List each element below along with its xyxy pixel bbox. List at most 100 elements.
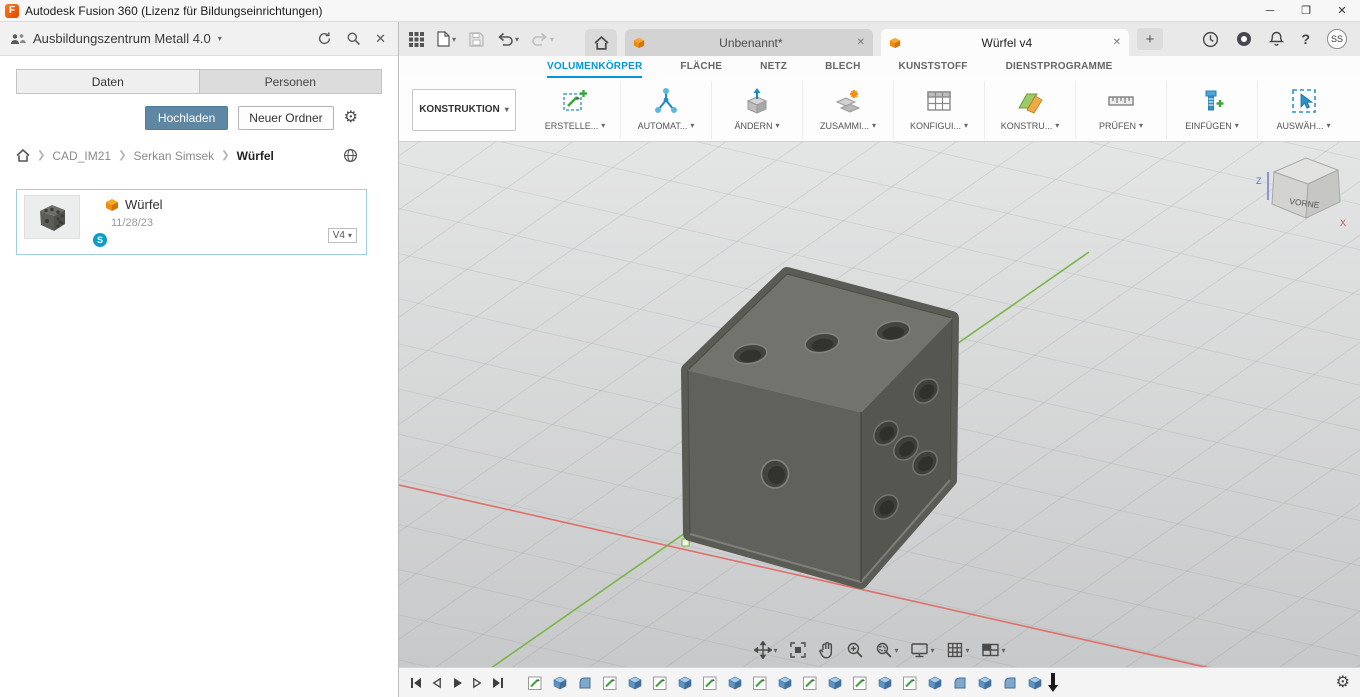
go-to-end-icon[interactable] xyxy=(491,676,505,690)
new-folder-button[interactable]: Neuer Ordner xyxy=(238,106,333,130)
close-panel-icon[interactable]: ✕ xyxy=(375,31,386,47)
view-cube[interactable]: VORNE Z X xyxy=(1256,148,1348,232)
timeline-feature-feature[interactable] xyxy=(927,675,943,691)
timeline-feature-sketch[interactable] xyxy=(602,675,618,691)
ribbon-tab-dienstprogramme[interactable]: DIENSTPROGRAMME xyxy=(1006,56,1113,78)
breadcrumb-item-current[interactable]: Würfel xyxy=(237,149,274,163)
minimize-button[interactable]: ─ xyxy=(1252,0,1288,21)
timeline-feature-sketch[interactable] xyxy=(702,675,718,691)
fit-icon[interactable] xyxy=(788,641,806,659)
chevron-down-icon: ▾ xyxy=(601,121,605,130)
tab-personen[interactable]: Personen xyxy=(199,69,383,94)
model-die[interactable] xyxy=(688,274,952,582)
ribbon-group-erstellen: ERSTELLE...▾ xyxy=(530,81,621,139)
zoom-in-icon[interactable] xyxy=(845,641,863,659)
timeline-feature-feature[interactable] xyxy=(977,675,993,691)
panel-settings-gear-icon[interactable]: ⚙ xyxy=(344,110,358,126)
ribbon-tab-flaeche[interactable]: FLÄCHE xyxy=(680,56,722,78)
chevron-down-icon: ▾ xyxy=(1139,121,1143,130)
redo-icon[interactable]: ▾ xyxy=(532,32,554,46)
ribbon-tab-volumenkoerper[interactable]: VOLUMENKÖRPER xyxy=(547,56,642,78)
home-icon[interactable] xyxy=(16,149,30,162)
doc-tab-unbenannt[interactable]: Unbenannt* ✕ xyxy=(625,29,873,56)
timeline-feature-feature[interactable] xyxy=(1027,675,1043,691)
timeline-feature-sketch[interactable] xyxy=(752,675,768,691)
grid-snaps-icon[interactable]: ▾ xyxy=(946,641,970,659)
select-icon[interactable] xyxy=(1289,84,1319,118)
timeline-feature-feature[interactable] xyxy=(552,675,568,691)
close-tab-icon[interactable]: ✕ xyxy=(857,37,865,48)
chevron-down-icon: ▾ xyxy=(930,646,934,655)
help-icon[interactable]: ? xyxy=(1301,31,1310,47)
modify-icon[interactable] xyxy=(742,84,772,118)
tab-daten[interactable]: Daten xyxy=(16,69,199,94)
upload-button[interactable]: Hochladen xyxy=(145,106,228,130)
file-name[interactable]: Würfel xyxy=(125,197,163,212)
insert-icon[interactable] xyxy=(1197,84,1227,118)
maximize-button[interactable]: ❐ xyxy=(1288,0,1324,21)
home-tab-button[interactable] xyxy=(585,29,617,56)
timeline-feature-sketch[interactable] xyxy=(527,675,543,691)
timeline-feature-feature[interactable] xyxy=(627,675,643,691)
orbit-hand-icon[interactable] xyxy=(817,641,834,659)
apps-grid-icon[interactable] xyxy=(409,32,424,47)
display-settings-icon[interactable]: ▾ xyxy=(909,641,934,659)
step-back-icon[interactable] xyxy=(430,676,443,690)
close-tab-icon[interactable]: ✕ xyxy=(1113,37,1121,48)
timeline-feature-sketch[interactable] xyxy=(902,675,918,691)
timeline-feature-sketch[interactable] xyxy=(852,675,868,691)
ribbon-tab-blech[interactable]: BLECH xyxy=(825,56,860,78)
breadcrumb-item[interactable]: Serkan Simsek xyxy=(133,149,214,163)
inspect-measure-icon[interactable] xyxy=(1106,84,1136,118)
search-icon[interactable] xyxy=(346,31,361,46)
user-avatar[interactable]: SS xyxy=(1327,29,1347,49)
viewports-icon[interactable]: ▾ xyxy=(981,641,1006,659)
chevron-down-icon: ▾ xyxy=(872,121,876,130)
save-icon[interactable] xyxy=(469,32,484,47)
file-card-wuerfel[interactable]: Würfel 11/28/23 V4▾ S xyxy=(16,189,367,255)
doc-tab-wuerfel-v4[interactable]: Würfel v4 ✕ xyxy=(881,29,1129,56)
refresh-icon[interactable] xyxy=(317,31,332,46)
zoom-window-icon[interactable]: ▾ xyxy=(874,641,898,659)
timeline-playback-controls xyxy=(409,676,505,690)
configure-icon[interactable] xyxy=(924,84,954,118)
new-tab-button[interactable]: + xyxy=(1137,28,1163,50)
timeline-feature-feature[interactable] xyxy=(777,675,793,691)
extensions-icon[interactable] xyxy=(1236,31,1252,47)
play-icon[interactable] xyxy=(450,676,464,690)
ribbon-tab-netz[interactable]: NETZ xyxy=(760,56,787,78)
breadcrumb-item[interactable]: CAD_IM21 xyxy=(52,149,111,163)
go-to-start-icon[interactable] xyxy=(409,676,423,690)
timeline-feature-fillet[interactable] xyxy=(1002,675,1018,691)
timeline-feature-feature[interactable] xyxy=(827,675,843,691)
team-name[interactable]: Ausbildungszentrum Metall 4.0 xyxy=(33,31,211,46)
data-panel: Ausbildungszentrum Metall 4.0 ▾ ✕ Daten … xyxy=(0,22,399,697)
workspace-selector[interactable]: KONSTRUKTION▾ xyxy=(412,89,516,131)
timeline-scrubber[interactable] xyxy=(1047,673,1059,693)
job-status-icon[interactable] xyxy=(1202,31,1219,48)
version-badge[interactable]: V4▾ xyxy=(328,228,357,243)
document-cube-icon xyxy=(633,37,645,49)
undo-icon[interactable]: ▾ xyxy=(497,32,519,46)
notifications-bell-icon[interactable] xyxy=(1269,31,1284,47)
ribbon-tab-kunststoff[interactable]: KUNSTSTOFF xyxy=(899,56,968,78)
timeline-settings-gear-icon[interactable]: ⚙ xyxy=(1336,675,1350,691)
timeline-feature-feature[interactable] xyxy=(877,675,893,691)
timeline-feature-fillet[interactable] xyxy=(577,675,593,691)
viewport-3d[interactable]: VORNE Z X ▾ xyxy=(399,142,1360,667)
step-forward-icon[interactable] xyxy=(471,676,484,690)
globe-icon[interactable] xyxy=(343,148,358,163)
assemble-icon[interactable] xyxy=(833,84,863,118)
pan-icon[interactable]: ▾ xyxy=(753,641,777,659)
timeline-feature-fillet[interactable] xyxy=(952,675,968,691)
timeline-feature-feature[interactable] xyxy=(727,675,743,691)
close-button[interactable]: ✕ xyxy=(1324,0,1360,21)
timeline-feature-sketch[interactable] xyxy=(652,675,668,691)
file-menu-icon[interactable]: ▾ xyxy=(437,31,456,47)
create-sketch-icon[interactable] xyxy=(560,84,590,118)
automate-icon[interactable] xyxy=(651,84,681,118)
chevron-down-icon[interactable]: ▾ xyxy=(218,34,222,43)
timeline-feature-sketch[interactable] xyxy=(802,675,818,691)
construct-icon[interactable] xyxy=(1015,84,1045,118)
timeline-feature-feature[interactable] xyxy=(677,675,693,691)
